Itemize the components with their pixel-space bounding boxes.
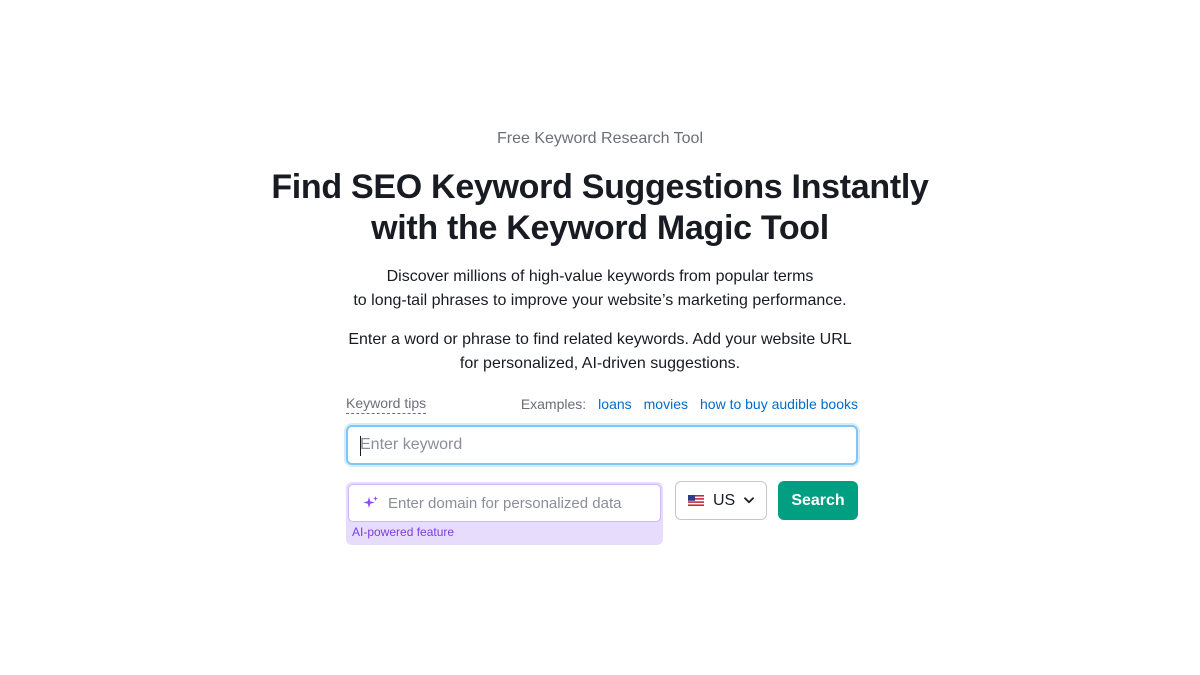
example-link-audible-books[interactable]: how to buy audible books [700, 394, 858, 414]
domain-field-container: AI-powered feature [346, 482, 663, 545]
search-button[interactable]: Search [778, 481, 858, 520]
example-link-movies[interactable]: movies [644, 394, 688, 414]
page-eyebrow: Free Keyword Research Tool [496, 130, 704, 147]
keyword-tips-link[interactable]: Keyword tips [346, 394, 427, 414]
page-title-line-2: with the Keyword Magic Tool [371, 209, 829, 247]
page-instructions: Enter a word or phrase to find related k… [0, 328, 1200, 376]
page-title: Find SEO Keyword Suggestions Instantly w… [0, 167, 1200, 249]
country-code: US [713, 491, 736, 509]
tips-row: Keyword tips Examples: loans movies how … [346, 394, 858, 416]
page-instructions-line-1: Enter a word or phrase to find related k… [348, 331, 852, 348]
page-description-line-2: to long-tail phrases to improve your web… [353, 292, 847, 309]
keyword-input-wrapper [346, 425, 858, 465]
page-title-line-1: Find SEO Keyword Suggestions Instantly [271, 168, 929, 206]
page-description: Discover millions of high-value keywords… [0, 265, 1200, 313]
sparkle-icon [363, 496, 378, 508]
page-description-line-1: Discover millions of high-value keywords… [386, 268, 814, 285]
domain-input[interactable] [388, 494, 658, 512]
keyword-input[interactable] [348, 427, 856, 463]
domain-field-wrapper [348, 484, 661, 522]
example-link-loans[interactable]: loans [598, 394, 631, 414]
examples-list: Examples: loans movies how to buy audibl… [521, 394, 858, 414]
ai-feature-note: AI-powered feature [352, 525, 455, 539]
page-instructions-line-2: for personalized, AI-driven suggestions. [459, 355, 741, 372]
examples-label: Examples: [520, 396, 587, 412]
chevron-down-icon [744, 497, 755, 504]
text-caret [360, 436, 361, 456]
us-flag-icon [688, 495, 704, 506]
country-select[interactable]: US [675, 481, 767, 520]
